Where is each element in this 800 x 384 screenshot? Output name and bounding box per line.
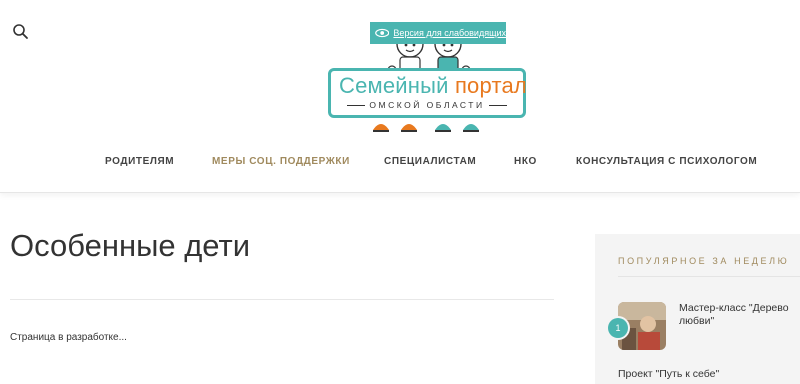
logo-subtitle: ОМСКОЙ ОБЛАСТИ [331, 100, 523, 110]
content-divider [10, 299, 554, 300]
page-body-text: Страница в разработке... [10, 332, 127, 343]
logo-word-2: портал [454, 73, 527, 98]
search-icon [13, 24, 28, 39]
nav-item-social-support[interactable]: МЕРЫ СОЦ. ПОДДЕРЖКИ [212, 156, 350, 167]
search-button[interactable] [11, 22, 31, 42]
logo-frame: Семейный портал ОМСКОЙ ОБЛАСТИ [328, 68, 527, 118]
nav-item-psychologist[interactable]: КОНСУЛЬТАЦИЯ С ПСИХОЛОГОМ [576, 156, 757, 167]
logo-title: Семейный портал [339, 73, 527, 99]
nav-item-nko[interactable]: НКО [514, 156, 537, 167]
site-header: Версия для слабовидящих Семейный портал … [0, 0, 800, 193]
logo-word-1: Семейный [339, 73, 449, 98]
nav-item-parents[interactable]: РОДИТЕЛЯМ [105, 156, 174, 167]
accessibility-version-link[interactable]: Версия для слабовидящих [370, 22, 506, 44]
popular-rank-badge: 1 [608, 318, 628, 338]
popular-item-title[interactable]: Мастер-класс "Дерево любви" [679, 302, 799, 328]
lamps-icon [373, 124, 479, 132]
main-navigation: РОДИТЕЛЯМ МЕРЫ СОЦ. ПОДДЕРЖКИ СПЕЦИАЛИСТ… [0, 152, 800, 174]
widget-title: ПОПУЛЯРНОЕ ЗА НЕДЕЛЮ [618, 256, 790, 266]
popular-item-title[interactable]: Проект "Путь к себе" [618, 368, 719, 380]
accessibility-version-label: Версия для слабовидящих [393, 28, 506, 38]
eye-icon [375, 28, 390, 38]
sidebar-widget: ПОПУЛЯРНОЕ ЗА НЕДЕЛЮ 1 Мастер-класс "Дер… [595, 234, 800, 384]
page-title: Особенные дети [10, 228, 251, 263]
logo-subtitle-text: ОМСКОЙ ОБЛАСТИ [369, 100, 485, 110]
page: Версия для слабовидящих Семейный портал … [0, 0, 800, 384]
nav-item-specialists[interactable]: СПЕЦИАЛИСТАМ [384, 156, 476, 167]
widget-divider [618, 276, 800, 277]
